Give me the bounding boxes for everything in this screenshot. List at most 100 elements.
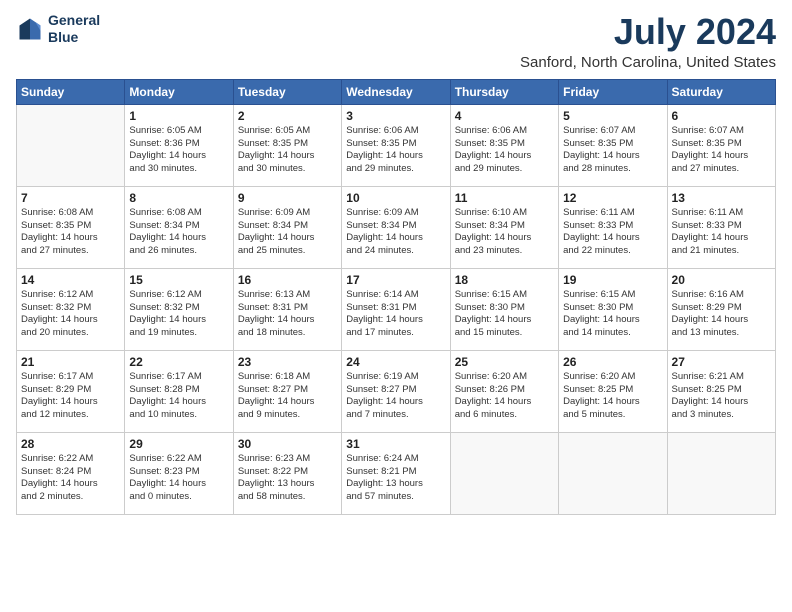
month-title: July 2024 — [520, 12, 776, 52]
day-number: 18 — [455, 272, 554, 288]
day-content: Sunrise: 6:17 AM Sunset: 8:29 PM Dayligh… — [21, 371, 120, 422]
calendar-cell: 13Sunrise: 6:11 AM Sunset: 8:33 PM Dayli… — [667, 186, 775, 268]
day-content: Sunrise: 6:15 AM Sunset: 8:30 PM Dayligh… — [455, 289, 554, 340]
day-number: 30 — [238, 436, 337, 452]
calendar-cell — [667, 432, 775, 514]
day-header-saturday: Saturday — [667, 79, 775, 104]
day-number: 5 — [563, 108, 662, 124]
calendar-cell: 25Sunrise: 6:20 AM Sunset: 8:26 PM Dayli… — [450, 350, 558, 432]
page: General Blue July 2024 Sanford, North Ca… — [0, 0, 792, 612]
day-number: 12 — [563, 190, 662, 206]
calendar-cell: 17Sunrise: 6:14 AM Sunset: 8:31 PM Dayli… — [342, 268, 450, 350]
day-content: Sunrise: 6:07 AM Sunset: 8:35 PM Dayligh… — [563, 125, 662, 176]
calendar-cell: 1Sunrise: 6:05 AM Sunset: 8:36 PM Daylig… — [125, 104, 233, 186]
day-content: Sunrise: 6:19 AM Sunset: 8:27 PM Dayligh… — [346, 371, 445, 422]
day-content: Sunrise: 6:16 AM Sunset: 8:29 PM Dayligh… — [672, 289, 771, 340]
day-number: 13 — [672, 190, 771, 206]
day-header-thursday: Thursday — [450, 79, 558, 104]
calendar-cell: 31Sunrise: 6:24 AM Sunset: 8:21 PM Dayli… — [342, 432, 450, 514]
calendar-week-0: 1Sunrise: 6:05 AM Sunset: 8:36 PM Daylig… — [17, 104, 776, 186]
calendar-cell: 24Sunrise: 6:19 AM Sunset: 8:27 PM Dayli… — [342, 350, 450, 432]
day-number: 23 — [238, 354, 337, 370]
calendar-cell: 19Sunrise: 6:15 AM Sunset: 8:30 PM Dayli… — [559, 268, 667, 350]
calendar-cell: 22Sunrise: 6:17 AM Sunset: 8:28 PM Dayli… — [125, 350, 233, 432]
day-number: 4 — [455, 108, 554, 124]
day-content: Sunrise: 6:06 AM Sunset: 8:35 PM Dayligh… — [346, 125, 445, 176]
day-content: Sunrise: 6:14 AM Sunset: 8:31 PM Dayligh… — [346, 289, 445, 340]
calendar-cell — [450, 432, 558, 514]
day-number: 9 — [238, 190, 337, 206]
day-number: 19 — [563, 272, 662, 288]
day-content: Sunrise: 6:20 AM Sunset: 8:26 PM Dayligh… — [455, 371, 554, 422]
day-number: 27 — [672, 354, 771, 370]
day-number: 22 — [129, 354, 228, 370]
day-content: Sunrise: 6:15 AM Sunset: 8:30 PM Dayligh… — [563, 289, 662, 340]
day-number: 6 — [672, 108, 771, 124]
calendar-cell: 18Sunrise: 6:15 AM Sunset: 8:30 PM Dayli… — [450, 268, 558, 350]
calendar-cell: 26Sunrise: 6:20 AM Sunset: 8:25 PM Dayli… — [559, 350, 667, 432]
calendar-cell: 28Sunrise: 6:22 AM Sunset: 8:24 PM Dayli… — [17, 432, 125, 514]
calendar-cell: 20Sunrise: 6:16 AM Sunset: 8:29 PM Dayli… — [667, 268, 775, 350]
logo: General Blue — [16, 12, 100, 46]
calendar-cell: 16Sunrise: 6:13 AM Sunset: 8:31 PM Dayli… — [233, 268, 341, 350]
day-number: 3 — [346, 108, 445, 124]
day-number: 10 — [346, 190, 445, 206]
day-number: 11 — [455, 190, 554, 206]
day-content: Sunrise: 6:20 AM Sunset: 8:25 PM Dayligh… — [563, 371, 662, 422]
calendar-cell: 9Sunrise: 6:09 AM Sunset: 8:34 PM Daylig… — [233, 186, 341, 268]
day-number: 17 — [346, 272, 445, 288]
calendar-cell: 7Sunrise: 6:08 AM Sunset: 8:35 PM Daylig… — [17, 186, 125, 268]
calendar: SundayMondayTuesdayWednesdayThursdayFrid… — [16, 79, 776, 515]
day-content: Sunrise: 6:09 AM Sunset: 8:34 PM Dayligh… — [238, 207, 337, 258]
day-content: Sunrise: 6:05 AM Sunset: 8:36 PM Dayligh… — [129, 125, 228, 176]
calendar-cell: 21Sunrise: 6:17 AM Sunset: 8:29 PM Dayli… — [17, 350, 125, 432]
day-header-wednesday: Wednesday — [342, 79, 450, 104]
calendar-cell: 15Sunrise: 6:12 AM Sunset: 8:32 PM Dayli… — [125, 268, 233, 350]
calendar-cell: 30Sunrise: 6:23 AM Sunset: 8:22 PM Dayli… — [233, 432, 341, 514]
day-number: 21 — [21, 354, 120, 370]
logo-icon — [16, 15, 44, 43]
logo-text: General Blue — [48, 12, 100, 46]
day-content: Sunrise: 6:08 AM Sunset: 8:35 PM Dayligh… — [21, 207, 120, 258]
day-header-friday: Friday — [559, 79, 667, 104]
day-number: 24 — [346, 354, 445, 370]
day-number: 14 — [21, 272, 120, 288]
day-content: Sunrise: 6:17 AM Sunset: 8:28 PM Dayligh… — [129, 371, 228, 422]
day-content: Sunrise: 6:05 AM Sunset: 8:35 PM Dayligh… — [238, 125, 337, 176]
day-header-monday: Monday — [125, 79, 233, 104]
day-header-sunday: Sunday — [17, 79, 125, 104]
day-content: Sunrise: 6:18 AM Sunset: 8:27 PM Dayligh… — [238, 371, 337, 422]
calendar-cell: 6Sunrise: 6:07 AM Sunset: 8:35 PM Daylig… — [667, 104, 775, 186]
calendar-cell: 14Sunrise: 6:12 AM Sunset: 8:32 PM Dayli… — [17, 268, 125, 350]
location: Sanford, North Carolina, United States — [520, 54, 776, 71]
calendar-cell — [17, 104, 125, 186]
calendar-week-3: 21Sunrise: 6:17 AM Sunset: 8:29 PM Dayli… — [17, 350, 776, 432]
day-number: 15 — [129, 272, 228, 288]
calendar-cell: 10Sunrise: 6:09 AM Sunset: 8:34 PM Dayli… — [342, 186, 450, 268]
day-number: 7 — [21, 190, 120, 206]
day-content: Sunrise: 6:11 AM Sunset: 8:33 PM Dayligh… — [672, 207, 771, 258]
day-header-tuesday: Tuesday — [233, 79, 341, 104]
calendar-cell: 4Sunrise: 6:06 AM Sunset: 8:35 PM Daylig… — [450, 104, 558, 186]
day-content: Sunrise: 6:22 AM Sunset: 8:24 PM Dayligh… — [21, 453, 120, 504]
day-content: Sunrise: 6:23 AM Sunset: 8:22 PM Dayligh… — [238, 453, 337, 504]
header: General Blue July 2024 Sanford, North Ca… — [16, 12, 776, 71]
day-content: Sunrise: 6:12 AM Sunset: 8:32 PM Dayligh… — [21, 289, 120, 340]
day-content: Sunrise: 6:10 AM Sunset: 8:34 PM Dayligh… — [455, 207, 554, 258]
day-content: Sunrise: 6:06 AM Sunset: 8:35 PM Dayligh… — [455, 125, 554, 176]
day-number: 26 — [563, 354, 662, 370]
day-number: 28 — [21, 436, 120, 452]
day-content: Sunrise: 6:12 AM Sunset: 8:32 PM Dayligh… — [129, 289, 228, 340]
day-number: 29 — [129, 436, 228, 452]
day-number: 16 — [238, 272, 337, 288]
day-content: Sunrise: 6:21 AM Sunset: 8:25 PM Dayligh… — [672, 371, 771, 422]
calendar-cell: 8Sunrise: 6:08 AM Sunset: 8:34 PM Daylig… — [125, 186, 233, 268]
calendar-cell: 27Sunrise: 6:21 AM Sunset: 8:25 PM Dayli… — [667, 350, 775, 432]
calendar-cell: 5Sunrise: 6:07 AM Sunset: 8:35 PM Daylig… — [559, 104, 667, 186]
day-content: Sunrise: 6:11 AM Sunset: 8:33 PM Dayligh… — [563, 207, 662, 258]
day-number: 1 — [129, 108, 228, 124]
day-number: 25 — [455, 354, 554, 370]
calendar-cell: 3Sunrise: 6:06 AM Sunset: 8:35 PM Daylig… — [342, 104, 450, 186]
calendar-header-row: SundayMondayTuesdayWednesdayThursdayFrid… — [17, 79, 776, 104]
day-content: Sunrise: 6:09 AM Sunset: 8:34 PM Dayligh… — [346, 207, 445, 258]
